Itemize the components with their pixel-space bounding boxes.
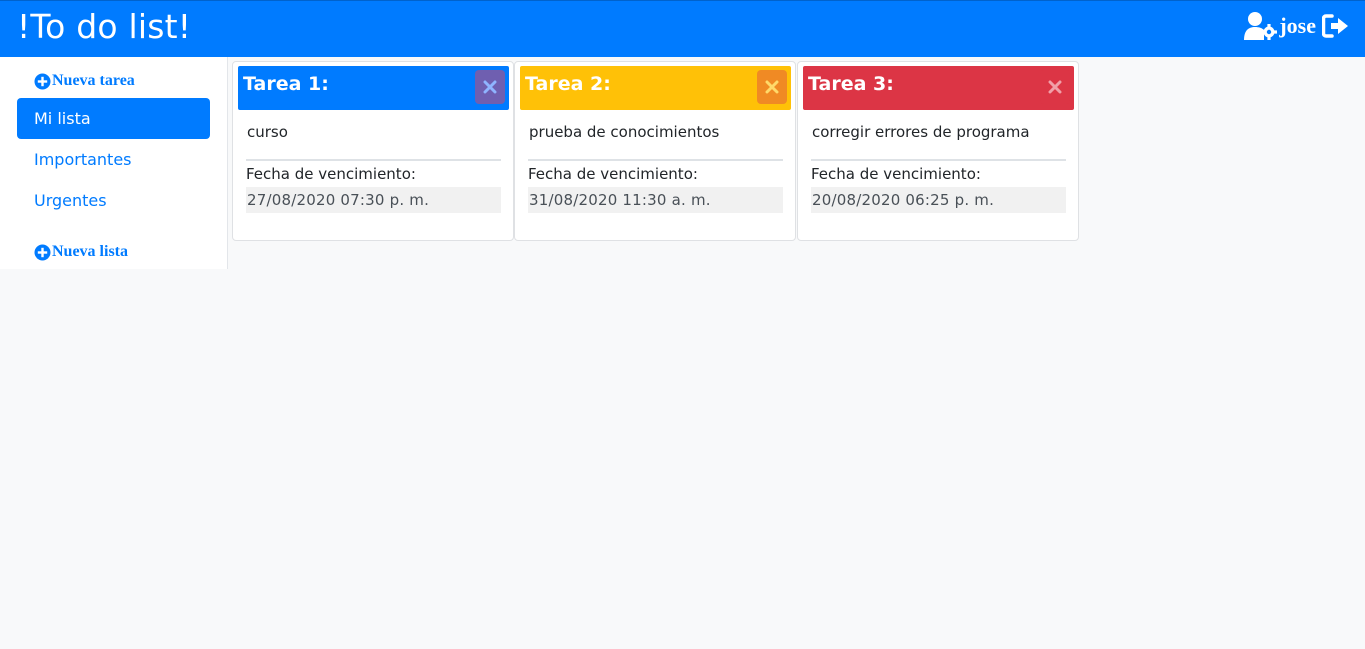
new-task-button[interactable]: Nueva tarea xyxy=(34,72,135,90)
task-due-section: Fecha de vencimiento: 20/08/2020 06:25 p… xyxy=(811,159,1066,213)
task-card-header: Tarea 2: xyxy=(520,66,791,110)
task-card: Tarea 2: prueba de conocimientos Fecha d… xyxy=(514,61,796,241)
new-list-button[interactable]: Nueva lista xyxy=(34,243,128,261)
delete-task-button[interactable] xyxy=(1040,70,1070,104)
due-date-value: 31/08/2020 11:30 a. m. xyxy=(528,187,783,213)
task-card-header: Tarea 3: xyxy=(803,66,1074,110)
task-due-section: Fecha de vencimiento: 27/08/2020 07:30 p… xyxy=(246,159,501,213)
sidebar-item-urgentes[interactable]: Urgentes xyxy=(17,180,210,221)
task-description: corregir errores de programa xyxy=(812,123,1030,141)
user-area: jose xyxy=(1244,11,1350,41)
user-name[interactable]: jose xyxy=(1279,13,1316,39)
delete-task-button[interactable] xyxy=(757,70,787,104)
task-description: prueba de conocimientos xyxy=(529,123,720,141)
task-card: Tarea 3: corregir errores de programa Fe… xyxy=(797,61,1079,241)
new-task-label: Nueva tarea xyxy=(52,72,135,89)
delete-task-button[interactable] xyxy=(475,70,505,104)
close-icon xyxy=(765,80,779,94)
close-icon xyxy=(483,80,497,94)
plus-circle-icon xyxy=(34,73,51,89)
task-card-header: Tarea 1: xyxy=(238,66,509,110)
due-date-label: Fecha de vencimiento: xyxy=(528,165,698,183)
user-cog-icon[interactable] xyxy=(1244,11,1278,41)
sign-out-icon[interactable] xyxy=(1322,14,1350,38)
task-title: Tarea 2: xyxy=(525,73,611,95)
app-title[interactable]: !To do list! xyxy=(17,7,191,46)
due-date-value: 20/08/2020 06:25 p. m. xyxy=(811,187,1066,213)
task-title: Tarea 1: xyxy=(243,73,329,95)
sidebar: Nueva tarea Mi lista Importantes Urgente… xyxy=(0,57,228,269)
new-list-label: Nueva lista xyxy=(52,243,128,260)
plus-circle-icon xyxy=(34,244,51,260)
top-navbar: !To do list! jose xyxy=(0,0,1365,57)
due-date-label: Fecha de vencimiento: xyxy=(811,165,981,183)
close-icon xyxy=(1048,80,1062,94)
due-date-label: Fecha de vencimiento: xyxy=(246,165,416,183)
due-date-value: 27/08/2020 07:30 p. m. xyxy=(246,187,501,213)
task-title: Tarea 3: xyxy=(808,73,894,95)
sidebar-item-importantes[interactable]: Importantes xyxy=(17,139,210,180)
sidebar-item-mi-lista[interactable]: Mi lista xyxy=(17,98,210,139)
task-description: curso xyxy=(247,123,288,141)
task-due-section: Fecha de vencimiento: 31/08/2020 11:30 a… xyxy=(528,159,783,213)
task-card: Tarea 1: curso Fecha de vencimiento: 27/… xyxy=(232,61,514,241)
